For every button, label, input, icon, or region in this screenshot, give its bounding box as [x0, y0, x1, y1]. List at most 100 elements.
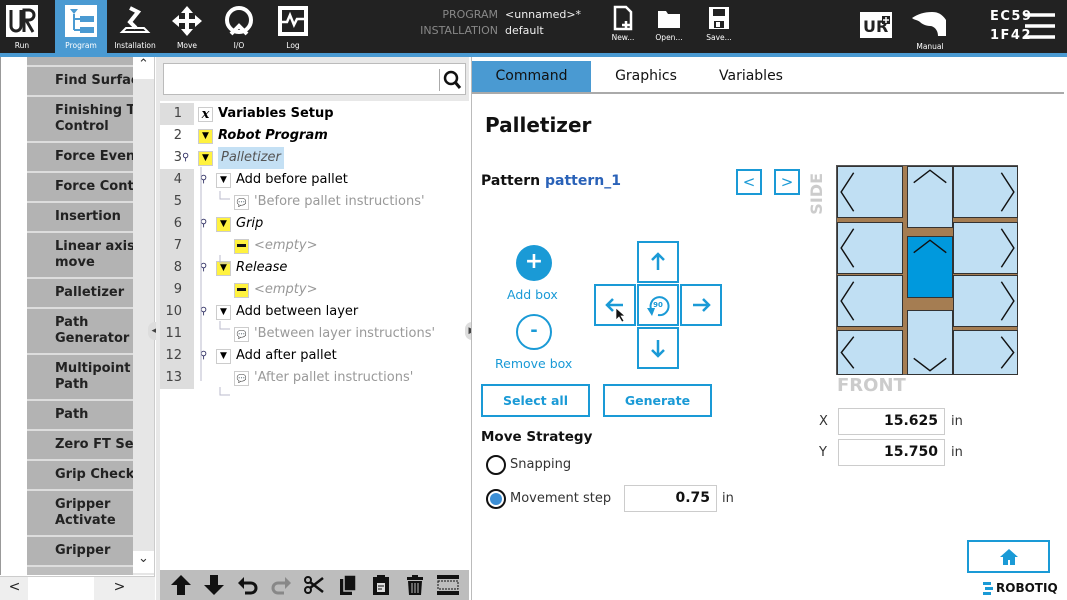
- pallet-box-selected[interactable]: [907, 236, 953, 298]
- sidebar-item[interactable]: Grip Check: [27, 461, 133, 491]
- comment-icon[interactable]: 💬: [234, 327, 249, 342]
- tree-row[interactable]: 10 ⚲ ▼ Add between layer: [160, 301, 465, 323]
- move-right-pad-button[interactable]: [680, 284, 722, 326]
- sidebar-item[interactable]: Linear axis move: [27, 233, 133, 279]
- expand-yellow-icon[interactable]: ▼: [216, 261, 231, 276]
- nav-log[interactable]: Log: [270, 0, 316, 53]
- pallet-box[interactable]: [837, 166, 903, 218]
- breakpoint-pin-icon[interactable]: ⚲: [200, 345, 207, 367]
- pallet-box[interactable]: [907, 166, 953, 228]
- scroll-up-button[interactable]: ⌃: [133, 57, 154, 79]
- tree-row[interactable]: 7 <empty>: [160, 235, 465, 257]
- pallet-box[interactable]: [837, 222, 903, 274]
- comment-icon[interactable]: 💬: [234, 371, 249, 386]
- pallet-box[interactable]: [953, 166, 1018, 218]
- pallet-box[interactable]: [907, 310, 953, 375]
- search-input[interactable]: [164, 64, 434, 94]
- y-input[interactable]: 15.750: [838, 439, 945, 466]
- scroll-down-button[interactable]: ⌄: [133, 551, 154, 573]
- nav-program[interactable]: Program: [55, 0, 107, 53]
- breakpoint-pin-icon[interactable]: ⚲: [182, 147, 189, 169]
- tree-row[interactable]: 9 <empty>: [160, 279, 465, 301]
- suppress-button[interactable]: [435, 572, 461, 598]
- empty-yellow-icon[interactable]: [234, 283, 249, 298]
- menu-button[interactable]: [1024, 12, 1056, 40]
- new-button[interactable]: New...: [600, 2, 646, 52]
- sidebar-item[interactable]: Gripper: [27, 537, 133, 567]
- hscroll-left-button[interactable]: <: [2, 579, 27, 599]
- pallet-box[interactable]: [953, 330, 1018, 375]
- tab-command[interactable]: Command: [472, 61, 591, 92]
- pallet-box[interactable]: [837, 330, 903, 375]
- tree-row[interactable]: 8 ⚲ ▼ Release: [160, 257, 465, 279]
- sidebar-item[interactable]: Force Control: [27, 173, 133, 203]
- search-icon[interactable]: [439, 69, 462, 91]
- sidebar-hscrollbar[interactable]: < >: [0, 576, 155, 600]
- sidebar-item[interactable]: Multipoint Path: [27, 355, 133, 401]
- move-down-pad-button[interactable]: [637, 327, 679, 369]
- snapping-radio[interactable]: [486, 455, 506, 475]
- tab-variables[interactable]: Variables: [701, 61, 801, 92]
- empty-yellow-icon[interactable]: [234, 239, 249, 254]
- tab-graphics[interactable]: Graphics: [591, 61, 701, 92]
- tree-row[interactable]: 3 ⚲ ▼ Palletizer: [160, 147, 465, 169]
- sidebar-item[interactable]: Finishing Tool Control: [27, 97, 133, 143]
- expand-icon[interactable]: ▼: [216, 349, 231, 364]
- tree-row[interactable]: 4 ⚲ ▼ Add before pallet: [160, 169, 465, 191]
- variables-x-icon[interactable]: x: [198, 107, 213, 122]
- home-button[interactable]: [967, 540, 1050, 573]
- sidebar-item[interactable]: Zero FT Sensor: [27, 431, 133, 461]
- breakpoint-pin-icon[interactable]: ⚲: [200, 169, 207, 191]
- expand-yellow-icon[interactable]: ▼: [198, 151, 213, 166]
- movement-step-radio[interactable]: [486, 489, 506, 509]
- x-input[interactable]: 15.625: [838, 408, 945, 435]
- nav-installation[interactable]: Installation: [110, 0, 160, 53]
- sidebar-item[interactable]: Force Event: [27, 143, 133, 173]
- sidebar-item[interactable]: Find Surface: [27, 67, 133, 97]
- copy-button[interactable]: [335, 572, 361, 598]
- breakpoint-pin-icon[interactable]: ⚲: [200, 301, 207, 323]
- add-box-button[interactable]: +: [516, 245, 552, 281]
- sidebar-item[interactable]: Path Generator: [27, 309, 133, 355]
- sidebar-item[interactable]: Path: [27, 401, 133, 431]
- pallet-box[interactable]: [953, 222, 1018, 274]
- tree-row[interactable]: 2 ▼ Robot Program: [160, 125, 465, 147]
- hscroll-right-button[interactable]: >: [107, 579, 132, 599]
- breakpoint-pin-icon[interactable]: ⚲: [200, 257, 207, 279]
- breakpoint-pin-icon[interactable]: ⚲: [200, 213, 207, 235]
- sidebar-item[interactable]: Gripper Activate: [27, 491, 133, 537]
- move-up-pad-button[interactable]: [637, 241, 679, 283]
- paste-button[interactable]: [368, 572, 394, 598]
- expand-yellow-icon[interactable]: ▼: [198, 129, 213, 144]
- tree-row[interactable]: 11 💬 'Between layer instructions': [160, 323, 465, 345]
- move-up-button[interactable]: [168, 572, 194, 598]
- tree-row[interactable]: 1 x Variables Setup: [160, 103, 465, 125]
- sidebar-item[interactable]: Insertion: [27, 203, 133, 233]
- next-pattern-button[interactable]: >: [774, 169, 800, 195]
- mode-button[interactable]: Manual: [910, 6, 950, 52]
- sidebar-item[interactable]: Palletizer: [27, 279, 133, 309]
- expand-yellow-icon[interactable]: ▼: [216, 217, 231, 232]
- urplus-button[interactable]: UR: [860, 12, 892, 42]
- delete-button[interactable]: [402, 572, 428, 598]
- sidebar-vscrollbar[interactable]: ⌃ ⌄: [133, 57, 154, 575]
- select-all-button[interactable]: Select all: [481, 384, 590, 417]
- nav-move[interactable]: Move: [164, 0, 210, 53]
- hscroll-thumb[interactable]: [28, 577, 94, 600]
- open-button[interactable]: Open...: [646, 2, 692, 52]
- save-button[interactable]: Save...: [696, 2, 742, 52]
- tree-row[interactable]: 5 💬 'Before pallet instructions': [160, 191, 465, 213]
- pallet-box[interactable]: [837, 275, 903, 327]
- previous-pattern-button[interactable]: <: [736, 169, 762, 195]
- rotate-90-button[interactable]: 90: [637, 284, 679, 326]
- generate-button[interactable]: Generate: [603, 384, 712, 417]
- expand-icon[interactable]: ▼: [216, 173, 231, 188]
- redo-button[interactable]: [268, 572, 294, 598]
- expand-icon[interactable]: ▼: [216, 305, 231, 320]
- cut-button[interactable]: [301, 572, 327, 598]
- tree-row[interactable]: 6 ⚲ ▼ Grip: [160, 213, 465, 235]
- comment-icon[interactable]: 💬: [234, 195, 249, 210]
- move-down-button[interactable]: [201, 572, 227, 598]
- undo-button[interactable]: [235, 572, 261, 598]
- sidebar-item[interactable]: Shoot: [27, 57, 133, 67]
